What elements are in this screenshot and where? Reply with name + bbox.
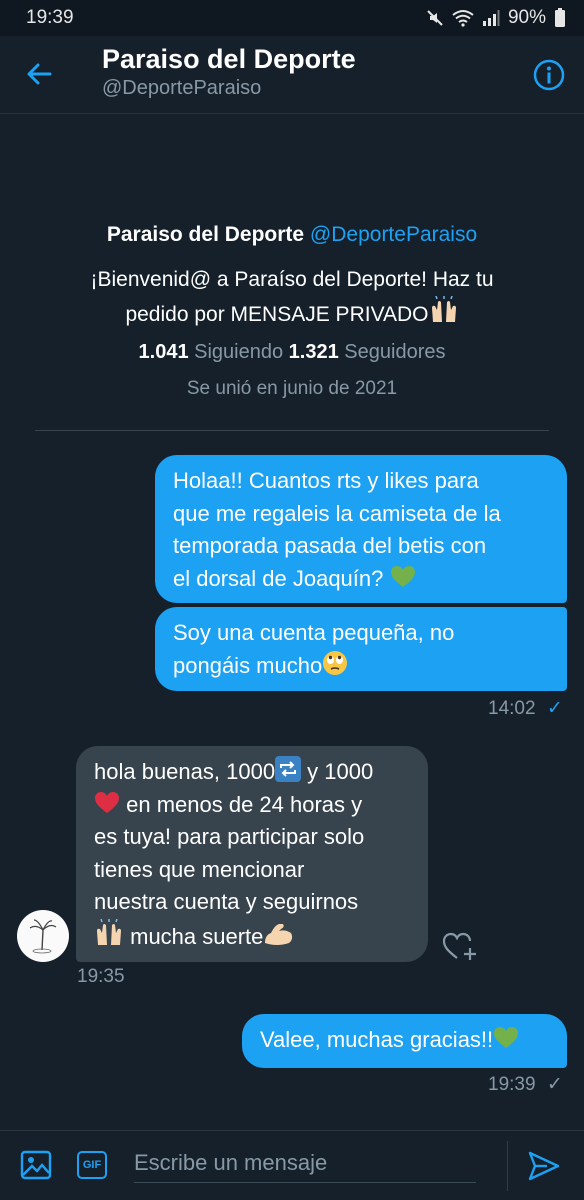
back-button[interactable] <box>22 56 58 92</box>
message-composer: GIF <box>0 1130 584 1200</box>
profile-bio: ¡Bienvenid@ a Paraíso del Deporte! Haz t… <box>0 264 584 331</box>
message-line: es tuya! para participar solo <box>94 824 365 849</box>
following-label: Siguiendo <box>194 341 284 363</box>
palm-tree-icon <box>29 919 57 954</box>
message-line: hola buenas, 1000 <box>94 759 276 784</box>
message-timestamp: 19:39 ✓ <box>488 1074 563 1095</box>
info-button[interactable] <box>532 58 566 92</box>
message-line: y 1000 <box>301 759 374 784</box>
message-line: Soy una cuenta pequeña, no <box>173 620 455 645</box>
message-timestamp: 14:02 ✓ <box>488 698 563 719</box>
heart-plus-icon <box>441 932 477 966</box>
green-heart-icon <box>493 1026 519 1050</box>
conversation-handle[interactable]: @DeporteParaiso <box>102 77 261 100</box>
profile-stats: 1.041 Siguiendo 1.321 Seguidores <box>0 341 584 364</box>
check-icon: ✓ <box>546 698 563 719</box>
check-icon: ✓ <box>546 1074 563 1095</box>
raising-hands-icon <box>429 296 459 324</box>
message-timestamp: 19:35 <box>77 966 125 987</box>
message-line: tienes que mencionar <box>94 856 305 882</box>
info-icon <box>532 59 566 96</box>
status-bar: 19:39 90% <box>0 0 584 36</box>
message-outgoing[interactable]: Holaa!! Cuantos rts y likes para que me … <box>155 455 567 603</box>
message-line: en menos de 24 horas y <box>120 791 363 817</box>
conversation-header: Paraiso del Deporte @DeporteParaiso <box>0 36 584 114</box>
raising-hands-icon <box>94 918 124 947</box>
add-reaction-button[interactable] <box>441 930 477 962</box>
battery-icon <box>554 8 566 28</box>
conversation-title[interactable]: Paraiso del Deporte <box>102 44 356 75</box>
message-input[interactable] <box>134 1143 476 1183</box>
green-heart-icon <box>390 565 416 589</box>
gif-button[interactable]: GIF <box>77 1151 107 1179</box>
message-line: nuestra cuenta y seguirnos <box>94 889 359 914</box>
rolling-eyes-icon <box>322 650 348 676</box>
divider <box>507 1141 508 1191</box>
divider <box>35 430 549 431</box>
message-line: pongáis mucho <box>173 652 323 678</box>
message-incoming[interactable]: hola buenas, 1000 y 1000 en menos de 24 … <box>76 746 428 962</box>
repeat-icon <box>275 756 302 782</box>
profile-handle: @DeporteParaiso <box>309 223 478 246</box>
message-line: que me regaleis la camiseta de la <box>173 500 501 526</box>
battery-level: 90% <box>507 7 546 28</box>
message-line: mucha suerte <box>124 923 264 949</box>
signal-icon <box>482 9 500 27</box>
wifi-icon <box>452 9 474 27</box>
message-outgoing[interactable]: Valee, muchas gracias!! <box>242 1014 567 1068</box>
bio-line-1: ¡Bienvenid@ a Paraíso del Deporte! Haz t… <box>90 268 494 291</box>
image-icon <box>20 1150 52 1185</box>
status-time: 19:39 <box>26 7 74 28</box>
message-outgoing[interactable]: Soy una cuenta pequeña, no pongáis mucho <box>155 607 567 691</box>
red-heart-icon <box>94 791 120 815</box>
profile-joined-date: Se unió en junio de 2021 <box>186 378 398 399</box>
following-count: 1.041 <box>138 341 189 363</box>
flexed-biceps-icon <box>263 921 295 947</box>
profile-card[interactable]: Paraiso del Deporte @DeporteParaiso ¡Bie… <box>0 220 584 400</box>
message-line: Holaa!! Cuantos rts y likes para <box>173 468 479 493</box>
message-line: el dorsal de Joaquín? <box>173 565 390 591</box>
mute-icon <box>426 9 444 27</box>
message-line: temporada pasada del betis con <box>173 533 487 558</box>
followers-label: Seguidores <box>344 341 446 363</box>
add-photo-button[interactable] <box>20 1149 52 1181</box>
bio-line-2: pedido por MENSAJE PRIVADO <box>125 303 429 326</box>
followers-count: 1.321 <box>288 341 339 363</box>
profile-name-line: Paraiso del Deporte @DeporteParaiso <box>0 220 584 250</box>
back-arrow-icon <box>22 63 58 96</box>
status-icons: 90% <box>426 7 566 29</box>
avatar[interactable] <box>17 910 69 962</box>
message-line: Valee, muchas gracias!! <box>260 1027 494 1052</box>
send-button[interactable] <box>527 1149 561 1183</box>
profile-name: Paraiso del Deporte <box>106 223 305 246</box>
send-icon <box>527 1151 561 1187</box>
